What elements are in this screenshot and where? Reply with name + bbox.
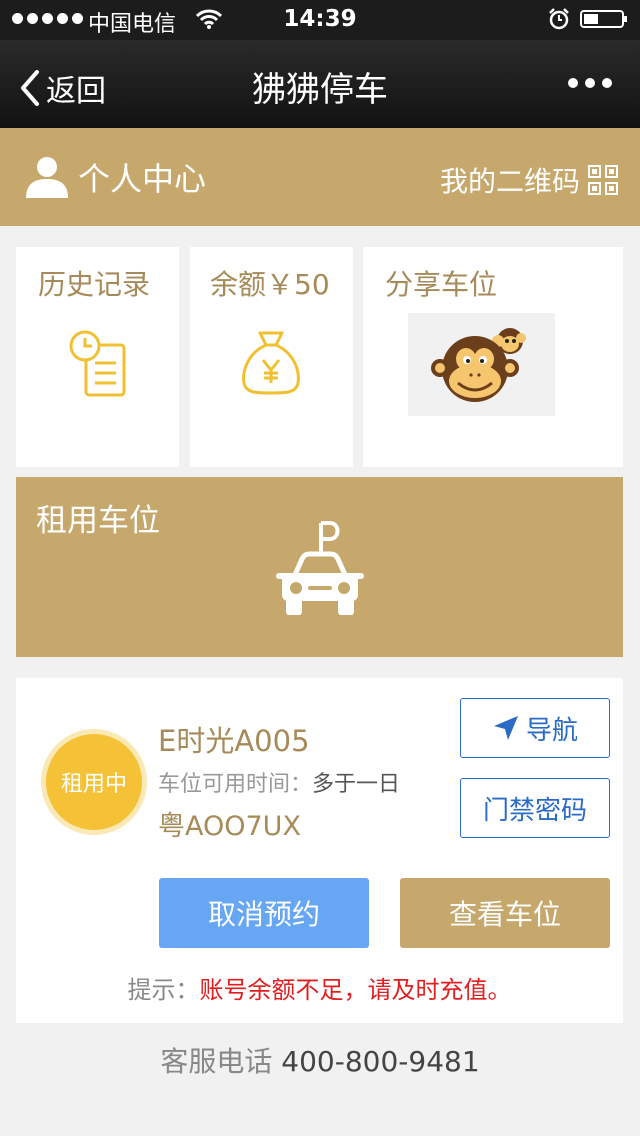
user-center-bar: 个人中心 我的二维码 — [0, 128, 640, 226]
tip-text: 账号余额不足，请及时充值。 — [199, 976, 512, 1004]
qr-code-link[interactable]: 我的二维码 — [440, 160, 618, 200]
customer-service: 客服电话 400-800-9481 — [0, 1040, 640, 1080]
balance-warning: 提示：账号余额不足，请及时充值。 — [16, 970, 623, 1005]
user-icon — [26, 157, 68, 198]
user-center-label: 个人中心 — [78, 160, 207, 198]
navigate-label: 导航 — [525, 715, 578, 746]
available-time-value: 多于一日 — [312, 772, 401, 797]
service-label: 客服电话 — [160, 1045, 273, 1078]
car-parking-icon — [276, 521, 364, 615]
navigation-arrow-icon — [493, 716, 518, 740]
share-parking-label: 分享车位 — [385, 268, 498, 301]
alarm-icon — [549, 8, 569, 30]
history-label: 历史记录 — [38, 268, 151, 301]
cancel-reservation-button[interactable]: 取消预约 — [159, 878, 369, 948]
tip-prefix: 提示： — [127, 976, 200, 1004]
rental-status-badge: 租用中 — [41, 729, 147, 835]
qr-code-icon — [588, 165, 618, 195]
door-code-button[interactable]: 门禁密码 — [460, 778, 610, 838]
status-bar: 中国电信 14:39 — [0, 0, 640, 40]
parking-name: E时光A005 — [158, 724, 310, 758]
balance-label: 余额￥50 — [210, 268, 330, 301]
money-bag-icon — [242, 331, 300, 395]
more-menu-icon[interactable] — [568, 78, 612, 88]
clock: 14:39 — [283, 6, 357, 32]
available-time-label: 车位可用时间： — [158, 772, 313, 797]
history-clock-icon — [69, 330, 126, 397]
page-title: 狒狒停车 — [252, 70, 388, 110]
user-center-link[interactable]: 个人中心 — [24, 154, 206, 200]
current-rental-card: 租用中 E时光A005 车位可用时间：多于一日 粤AOO7UX 导航 门禁密码 … — [16, 678, 623, 1023]
history-card[interactable]: 历史记录 — [16, 247, 179, 467]
balance-card[interactable]: 余额￥50 — [190, 247, 353, 467]
qr-code-label: 我的二维码 — [439, 165, 580, 198]
available-time: 车位可用时间：多于一日 — [158, 766, 400, 798]
service-phone[interactable]: 400-800-9481 — [281, 1045, 479, 1078]
door-code-label: 门禁密码 — [482, 795, 587, 826]
share-parking-card[interactable]: 分享车位 — [363, 247, 623, 467]
rent-parking-card[interactable]: 租用车位 — [16, 477, 623, 657]
nav-bar: 返回 狒狒停车 — [0, 40, 640, 128]
license-plate: 粤AOO7UX — [158, 811, 301, 842]
rent-parking-label: 租用车位 — [36, 503, 160, 539]
navigate-button[interactable]: 导航 — [460, 698, 610, 758]
view-parking-button[interactable]: 查看车位 — [400, 878, 610, 948]
monkey-mascot-image — [408, 313, 555, 416]
battery-icon — [580, 10, 627, 28]
